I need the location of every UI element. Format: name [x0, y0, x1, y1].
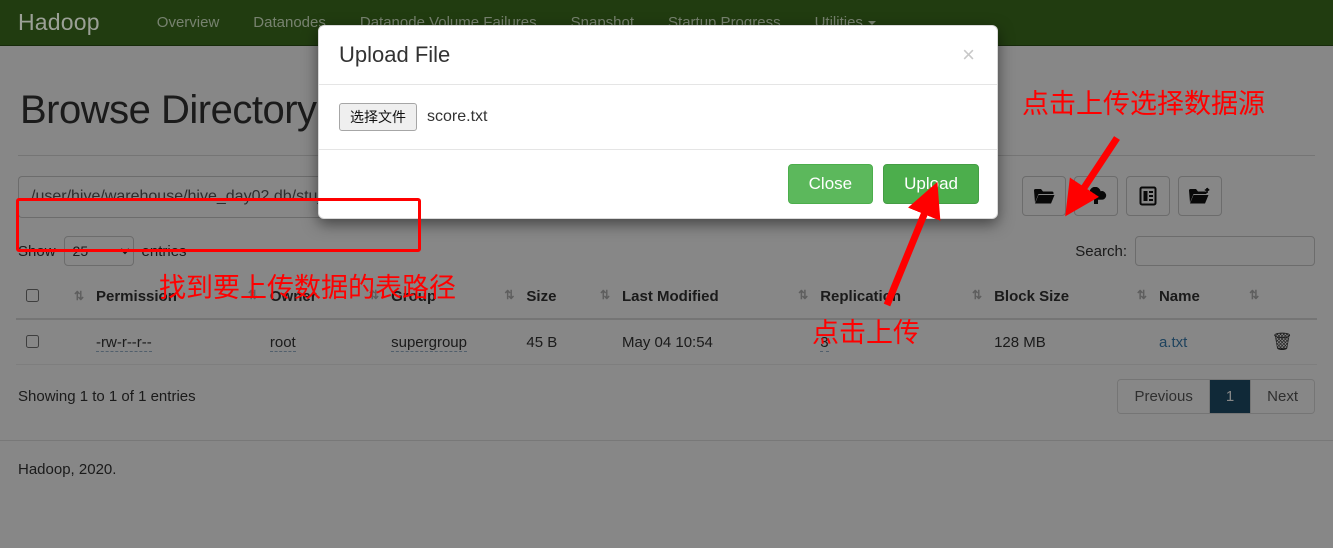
header-select-all: [16, 276, 50, 320]
pagination-previous[interactable]: Previous: [1118, 380, 1210, 413]
sort-desc-icon: ⇅: [73, 289, 84, 303]
select-all-checkbox[interactable]: [26, 289, 39, 302]
header-permission-label: Permission: [96, 287, 177, 305]
clipboard-button[interactable]: [1126, 176, 1170, 216]
show-label: Show: [18, 242, 56, 260]
header-block-size[interactable]: Block Size ⇅: [988, 276, 1153, 320]
brand-logo[interactable]: Hadoop: [18, 9, 100, 36]
header-block-size-label: Block Size: [994, 287, 1070, 305]
header-last-modified[interactable]: Last Modified ⇅: [616, 276, 815, 320]
sort-icon: ⇅: [599, 287, 610, 302]
sort-icon: ⇅: [798, 287, 809, 302]
close-icon[interactable]: ×: [960, 44, 977, 66]
sort-icon: ⇅: [369, 287, 380, 302]
search-label: Search:: [1075, 242, 1127, 260]
cell-actions: 🗑: [1265, 319, 1317, 365]
site-footer: Hadoop, 2020.: [18, 461, 117, 478]
modal-title: Upload File: [339, 42, 451, 67]
sort-icon: ⇅: [504, 287, 515, 302]
modal-footer: Close Upload: [319, 150, 997, 218]
selected-file-name: score.txt: [427, 108, 488, 125]
modal-header: Upload File ×: [319, 26, 997, 85]
pagination: Previous 1 Next: [1117, 379, 1315, 414]
file-input-group[interactable]: 选择文件 score.txt: [339, 103, 977, 131]
entries-label: entries: [141, 242, 187, 260]
header-sort-marker[interactable]: ⇅: [50, 276, 90, 320]
cell-replication: 3: [814, 319, 989, 365]
file-name-link[interactable]: a.txt: [1159, 334, 1187, 351]
cell-size: 45 B: [520, 319, 616, 365]
file-table: ⇅ Permission ⇅ Owner ⇅ Group ⇅ Size ⇅ La…: [16, 276, 1317, 365]
row-spacer-cell: [50, 319, 90, 365]
header-group[interactable]: Group ⇅: [385, 276, 521, 320]
header-name[interactable]: Name ⇅: [1152, 276, 1266, 320]
close-button[interactable]: Close: [787, 164, 874, 204]
header-group-label: Group: [391, 287, 437, 305]
clipboard-icon: [1139, 186, 1157, 206]
table-head: ⇅ Permission ⇅ Owner ⇅ Group ⇅ Size ⇅ La…: [16, 276, 1317, 320]
choose-file-button[interactable]: 选择文件: [339, 103, 417, 131]
nav-link-overview[interactable]: Overview: [140, 14, 237, 31]
file-toolbar: [1022, 176, 1222, 216]
row-select-cell: [16, 319, 50, 365]
upload-button[interactable]: Upload: [883, 164, 979, 204]
length-control: Show 25 entries: [18, 236, 187, 266]
header-permission[interactable]: Permission ⇅: [90, 276, 264, 320]
cell-group: supergroup: [385, 319, 521, 365]
upload-file-icon: [1085, 187, 1107, 204]
row-checkbox[interactable]: [26, 335, 39, 348]
header-actions: [1265, 276, 1317, 320]
header-last-modified-label: Last Modified: [622, 287, 719, 305]
header-replication-label: Replication: [820, 287, 902, 305]
cut-paste-button[interactable]: [1178, 176, 1222, 216]
table-footer: Showing 1 to 1 of 1 entries Previous 1 N…: [16, 379, 1317, 414]
search-input[interactable]: [1135, 236, 1315, 266]
cell-name: a.txt: [1152, 319, 1266, 365]
table-row: -rw-r--r-- root supergroup 45 B May 04 1…: [16, 319, 1317, 365]
table-info: Showing 1 to 1 of 1 entries: [18, 388, 196, 405]
sort-icon: ⇅: [247, 287, 258, 302]
header-size[interactable]: Size ⇅: [520, 276, 616, 320]
group-value[interactable]: supergroup: [391, 333, 467, 352]
cut-paste-icon: [1189, 187, 1210, 204]
cell-owner: root: [263, 319, 386, 365]
table-body: -rw-r--r-- root supergroup 45 B May 04 1…: [16, 319, 1317, 365]
trash-icon[interactable]: 🗑: [1271, 332, 1293, 351]
table-header-row: ⇅ Permission ⇅ Owner ⇅ Group ⇅ Size ⇅ La…: [16, 276, 1317, 320]
pagination-page-1[interactable]: 1: [1209, 380, 1252, 413]
table-controls: Show 25 entries Search:: [16, 236, 1317, 266]
search-control: Search:: [1075, 236, 1315, 266]
cell-block-size: 128 MB: [988, 319, 1153, 365]
header-name-label: Name: [1158, 287, 1200, 305]
sort-icon: ⇅: [1136, 287, 1147, 302]
sort-icon: ⇅: [972, 287, 983, 302]
page-length-select[interactable]: 25: [63, 236, 134, 266]
cell-permission: -rw-r--r--: [90, 319, 264, 365]
permission-value[interactable]: -rw-r--r--: [96, 333, 152, 352]
header-replication[interactable]: Replication ⇅: [814, 276, 989, 320]
header-owner[interactable]: Owner ⇅: [263, 276, 386, 320]
cell-last-modified: May 04 10:54: [616, 319, 815, 365]
owner-value[interactable]: root: [269, 333, 296, 352]
header-size-label: Size: [526, 287, 557, 305]
new-directory-button[interactable]: [1022, 176, 1066, 216]
replication-value[interactable]: 3: [820, 333, 829, 352]
modal-body: 选择文件 score.txt: [319, 85, 997, 150]
header-owner-label: Owner: [269, 287, 317, 305]
pagination-next[interactable]: Next: [1251, 380, 1314, 413]
new-directory-icon: [1034, 189, 1055, 204]
upload-file-button[interactable]: [1074, 176, 1118, 216]
sort-icon: ⇅: [1249, 287, 1260, 302]
upload-file-modal: Upload File × 选择文件 score.txt Close Uploa…: [318, 25, 998, 219]
